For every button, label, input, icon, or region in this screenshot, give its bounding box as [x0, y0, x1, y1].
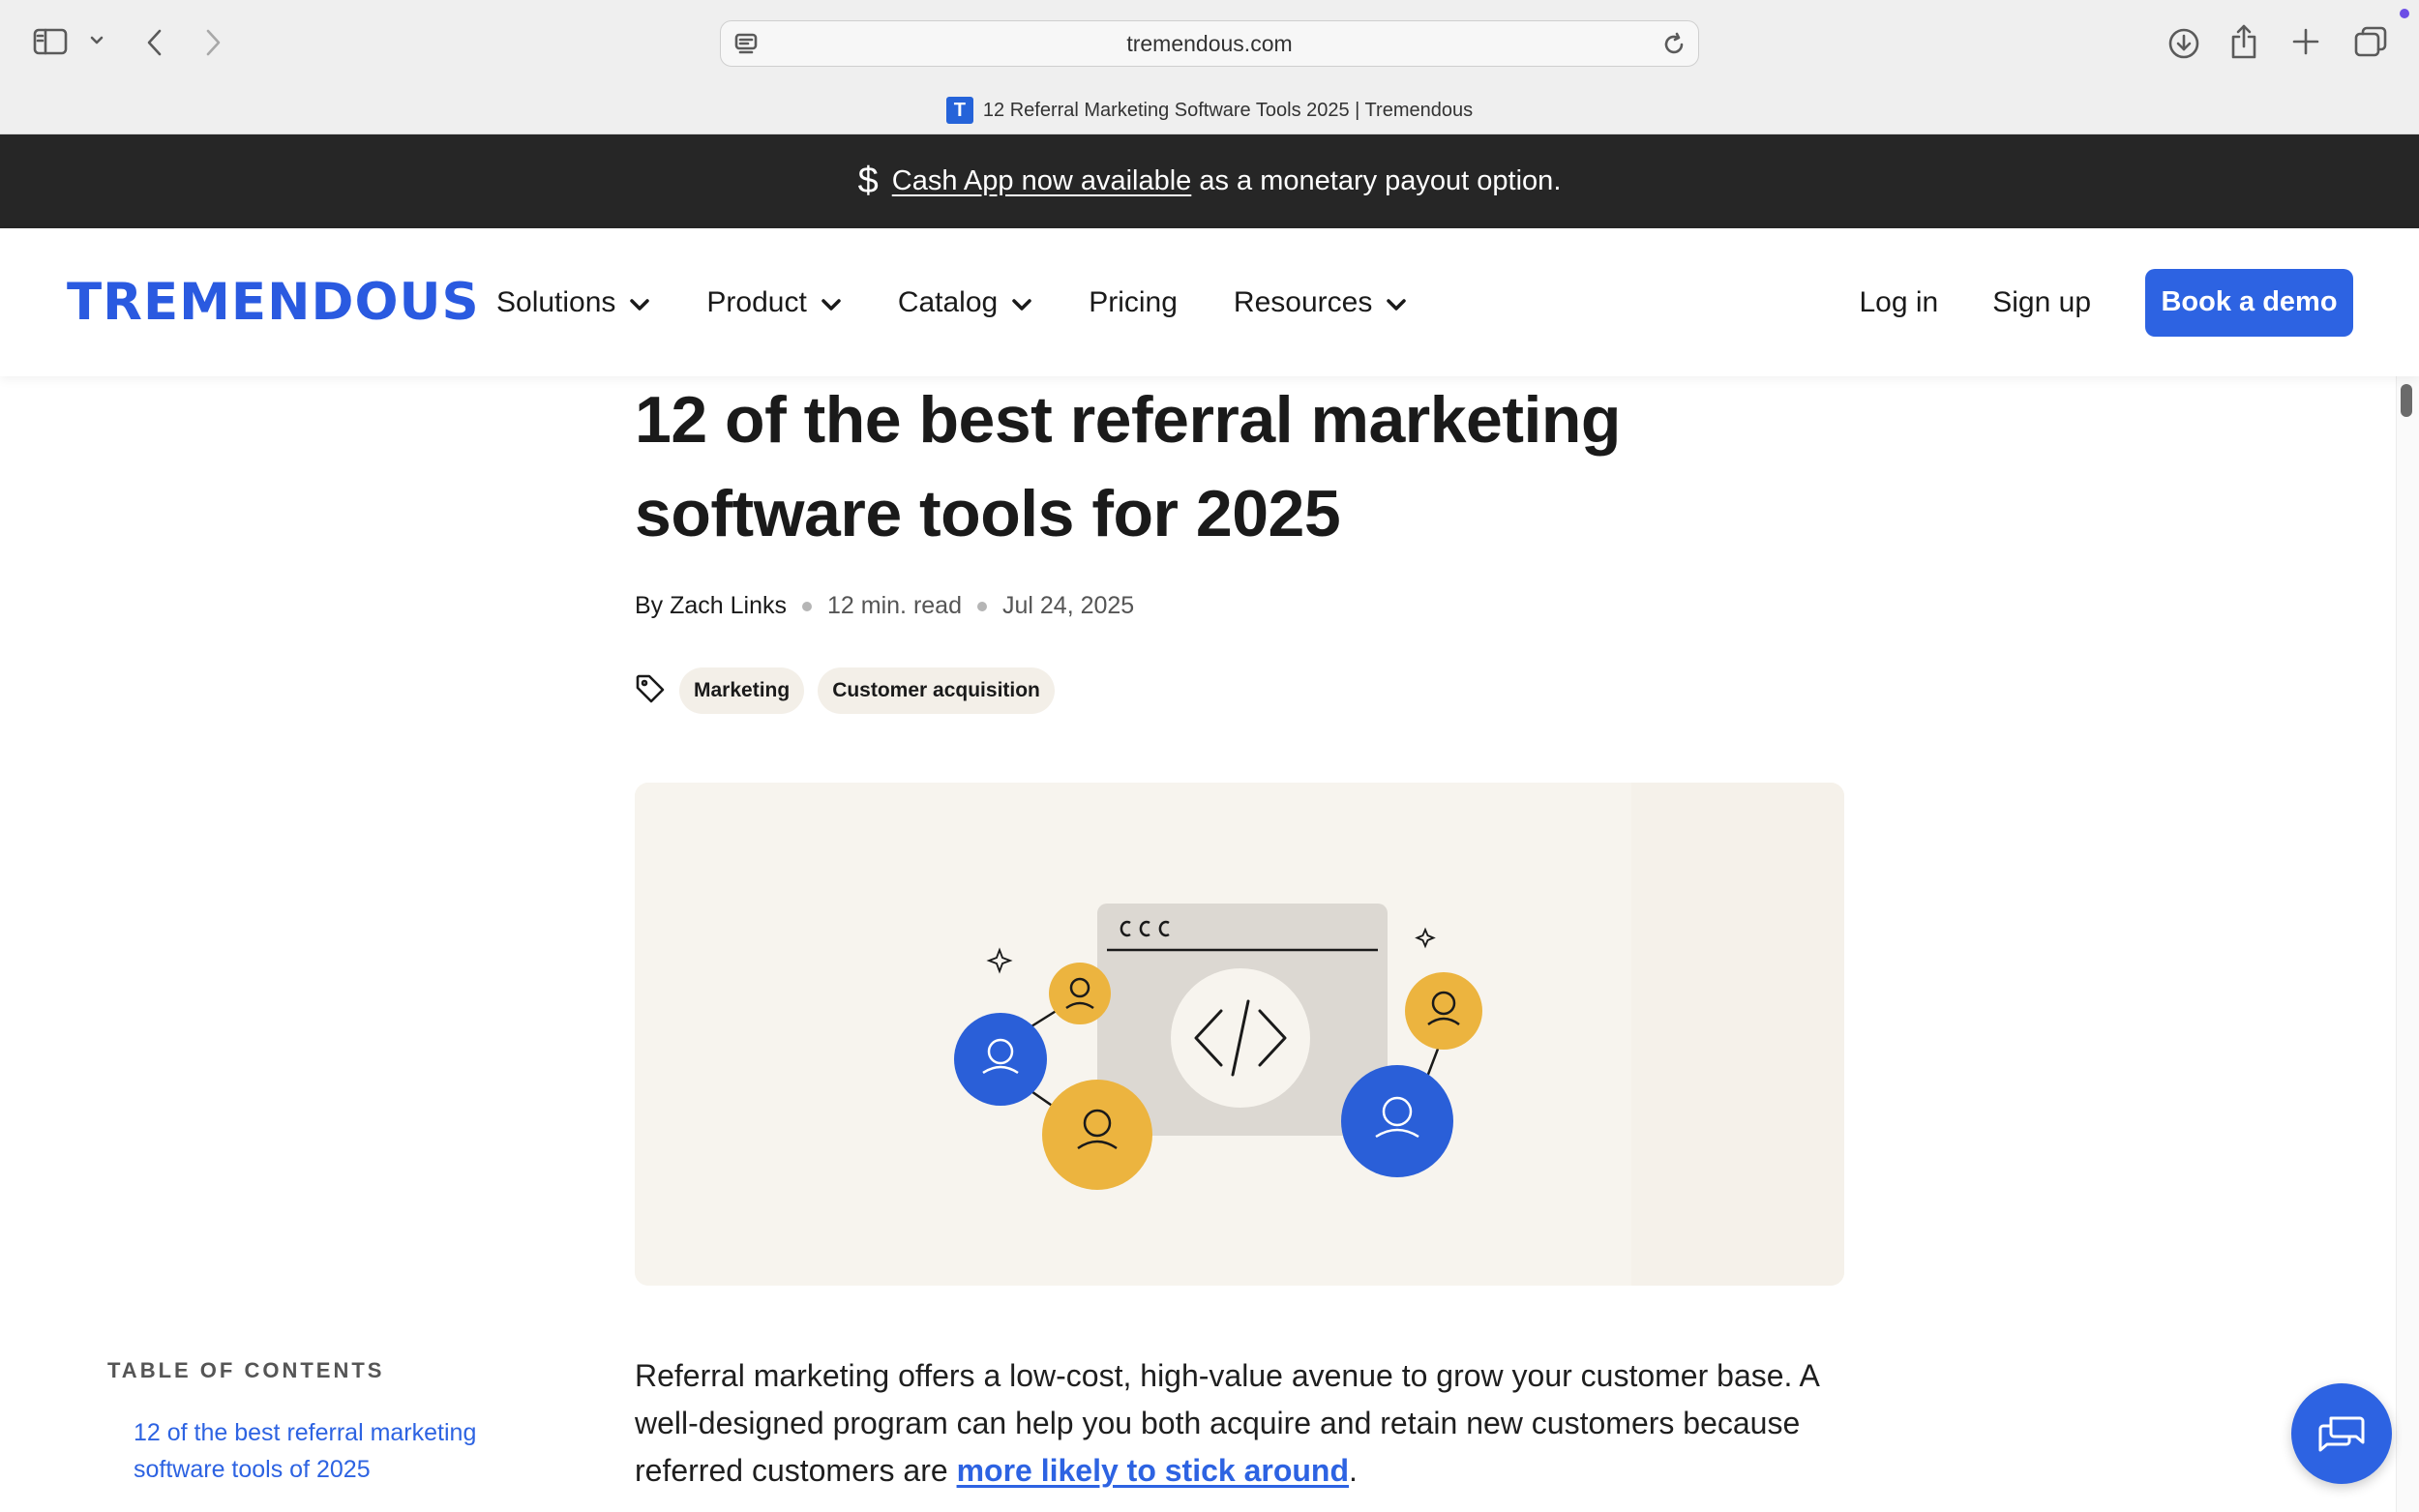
publish-date: Jul 24, 2025 — [1001, 592, 1135, 619]
user-avatar-yellow-small — [1049, 963, 1111, 1024]
dollar-icon: $ — [857, 161, 879, 201]
nav-label: Catalog — [897, 285, 999, 318]
url-text: tremendous.com — [1126, 30, 1293, 56]
inline-link[interactable]: more likely to stick around — [957, 1453, 1349, 1488]
tab-title: 12 Referral Marketing Software Tools 202… — [982, 99, 1474, 121]
intro-paragraph: Referral marketing offers a low-cost, hi… — [635, 1352, 1844, 1495]
scrollbar-thumb[interactable] — [2401, 384, 2412, 417]
tag-icon — [635, 673, 666, 709]
tag-marketing[interactable]: Marketing — [679, 667, 805, 714]
toc-item[interactable]: 12 of the best referral marketing softwa… — [134, 1414, 540, 1488]
account-nav: Log in Sign up Book a demo — [1860, 228, 2419, 376]
article-meta: By Zach Links 12 min. read Jul 24, 2025 — [635, 592, 1134, 620]
chevron-down-icon — [629, 286, 650, 319]
signup-link[interactable]: Sign up — [1992, 286, 2091, 319]
active-tab[interactable]: T 12 Referral Marketing Software Tools 2… — [0, 97, 2419, 124]
forward-icon[interactable] — [201, 27, 224, 58]
author[interactable]: By Zach Links — [635, 592, 787, 620]
back-icon[interactable] — [143, 27, 166, 58]
announcement-link[interactable]: Cash App now available — [892, 165, 1192, 196]
nav-label: Solutions — [496, 285, 616, 318]
book-demo-button[interactable]: Book a demo — [2145, 268, 2353, 337]
share-icon[interactable] — [2229, 23, 2258, 60]
announcement-bar: $ Cash App now available as a monetary p… — [0, 134, 2419, 228]
article-title: 12 of the best referral marketing softwa… — [635, 383, 1621, 550]
chevron-down-icon[interactable] — [89, 35, 105, 46]
new-tab-icon[interactable] — [2291, 27, 2320, 56]
user-avatar-blue-left — [954, 1013, 1047, 1106]
user-avatar-yellow-right — [1405, 972, 1482, 1050]
nav-catalog[interactable]: Catalog — [898, 286, 1032, 319]
address-bar[interactable]: tremendous.com — [720, 20, 1699, 67]
hero-illustration — [635, 783, 1844, 1286]
tag-customer-acquisition[interactable]: Customer acquisition — [818, 667, 1055, 714]
nav-solutions[interactable]: Solutions — [496, 286, 650, 319]
page-icon — [734, 32, 758, 62]
separator-dot — [976, 601, 987, 611]
tabs-overview-icon[interactable] — [2353, 25, 2388, 58]
tag-list: Marketing Customer acquisition — [635, 667, 1055, 714]
announcement-text: as a monetary payout option. — [1199, 165, 1562, 196]
chat-icon — [2317, 1409, 2366, 1459]
referral-network-illustration — [635, 783, 1844, 1286]
chat-button[interactable] — [2291, 1383, 2392, 1484]
nav-pricing[interactable]: Pricing — [1089, 286, 1178, 319]
favicon: T — [945, 97, 973, 124]
sidebar-icon[interactable] — [33, 27, 68, 56]
browser-toolbar: tremendous.com T 12 Referral Marketing S… — [0, 0, 2419, 134]
nav-label: Pricing — [1089, 285, 1178, 318]
login-link[interactable]: Log in — [1860, 286, 1939, 319]
scrollbar[interactable] — [2396, 376, 2419, 1512]
notification-dot — [2400, 9, 2409, 18]
chevron-down-icon — [1386, 286, 1407, 319]
chevron-down-icon — [1011, 286, 1032, 319]
site-header: TREMENDOUS Solutions Product Catalog Pri… — [0, 228, 2419, 376]
main-nav: Solutions Product Catalog Pricing Resour… — [496, 228, 1463, 376]
nav-label: Product — [706, 285, 807, 318]
tremendous-logo[interactable]: TREMENDOUS — [67, 273, 480, 332]
nav-label: Resources — [1233, 285, 1373, 318]
user-avatar-yellow-large — [1042, 1080, 1152, 1190]
user-avatar-blue-right — [1341, 1065, 1453, 1177]
nav-product[interactable]: Product — [706, 286, 841, 319]
download-icon[interactable] — [2167, 27, 2200, 60]
paragraph-end: . — [1349, 1453, 1358, 1488]
read-time: 12 min. read — [827, 592, 962, 619]
chevron-down-icon — [821, 286, 842, 319]
reload-icon[interactable] — [1661, 32, 1687, 62]
toc-heading: TABLE OF CONTENTS — [107, 1358, 385, 1382]
separator-dot — [802, 601, 813, 611]
nav-resources[interactable]: Resources — [1234, 286, 1407, 319]
